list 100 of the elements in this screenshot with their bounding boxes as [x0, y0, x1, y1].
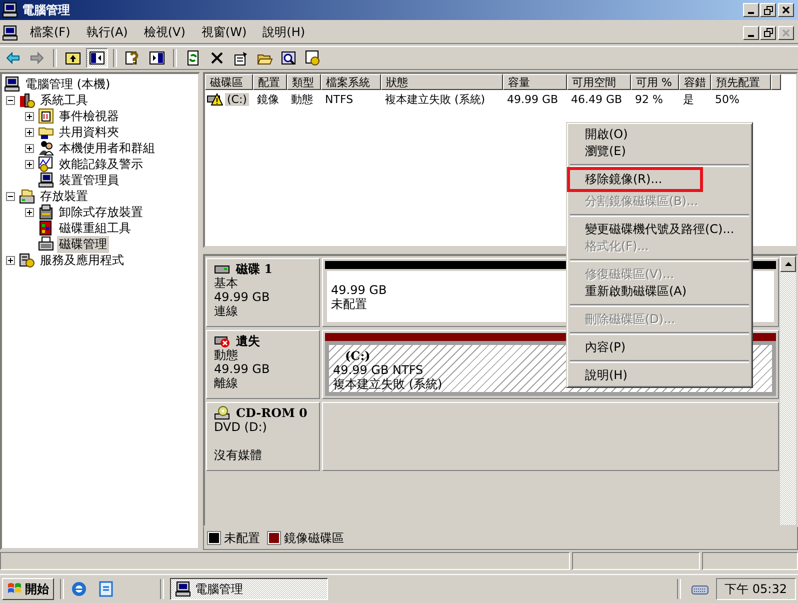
disk-info: 連線	[214, 304, 238, 318]
partition-name: (C:)	[344, 349, 370, 363]
menu-item[interactable]: 檔案(F)	[22, 22, 78, 43]
restore-button[interactable]	[760, 26, 776, 40]
column-header[interactable]: 預先配置	[711, 74, 771, 90]
pane-icon	[149, 50, 165, 66]
computer-icon	[175, 581, 191, 597]
clock: 下午 05:32	[716, 578, 796, 600]
column-header[interactable]: 可用空間	[567, 74, 631, 90]
expand-toggle[interactable]	[25, 160, 34, 168]
disk-info: DVD (D:)	[214, 420, 267, 434]
menu-item[interactable]: 開啟(O)	[569, 126, 750, 143]
tree-item[interactable]: 磁碟重組工具	[57, 220, 133, 236]
forward-icon	[29, 50, 45, 66]
column-header[interactable]: 類型	[287, 74, 321, 90]
minimize-icon	[748, 12, 754, 14]
close-button[interactable]	[778, 3, 794, 17]
menu-item[interactable]: 檢視(V)	[136, 22, 194, 43]
expand-toggle[interactable]	[25, 144, 34, 152]
column-header[interactable]: 容量	[503, 74, 567, 90]
tree-item[interactable]: 本機使用者和群組	[57, 140, 157, 156]
column-header[interactable]: 容錯	[679, 74, 711, 90]
taskbar-button[interactable]: 電腦管理	[170, 578, 328, 600]
disk-info: 離線	[214, 376, 238, 390]
table-cell-text: NTFS	[324, 92, 354, 106]
start-button[interactable]: 開始	[2, 578, 54, 600]
users-icon	[38, 140, 54, 156]
partition-info: 未配置	[331, 297, 367, 311]
tree-item[interactable]: 服務及應用程式	[38, 252, 126, 268]
restore-icon	[764, 28, 772, 37]
scroll-up-button[interactable]	[780, 256, 796, 272]
computer-icon	[2, 24, 18, 40]
table-cell-text: 是	[682, 92, 695, 106]
disk-info: 基本	[214, 276, 238, 290]
menu-item[interactable]: 視窗(W)	[193, 22, 255, 43]
tree-item[interactable]: 效能記錄及警示	[57, 156, 145, 172]
tree-button[interactable]	[86, 48, 108, 68]
window-title: 電腦管理	[22, 2, 71, 18]
cd-drive-icon	[214, 406, 230, 420]
table-cell-text: 50%	[714, 92, 740, 106]
minimize-button[interactable]	[743, 26, 759, 40]
back-icon	[5, 50, 21, 66]
table-cell-text: 49.99 GB	[506, 92, 560, 106]
plus-icon	[27, 210, 32, 214]
device-icon	[38, 172, 54, 188]
collapse-toggle[interactable]	[6, 96, 15, 104]
menu-item[interactable]: 執行(A)	[78, 22, 136, 43]
menu-item[interactable]: 變更磁碟機代號及路徑(C)...	[569, 221, 750, 238]
partition-info: 49.99 GB	[331, 283, 387, 297]
menu-item[interactable]: 瀏覽(E)	[569, 143, 750, 160]
menu-item[interactable]: 重新啟動磁碟區(A)	[569, 283, 750, 300]
restore-button[interactable]	[760, 3, 776, 17]
menu-item[interactable]: 說明(H)	[254, 22, 314, 43]
refresh-icon	[185, 50, 201, 66]
tree-item[interactable]: 共用資料夾	[57, 124, 121, 140]
plus-icon	[8, 258, 13, 262]
tree-item[interactable]: 存放裝置	[38, 188, 90, 204]
plus-icon	[27, 114, 32, 118]
partition-info: 複本建立失敗 (系統)	[333, 377, 442, 391]
storage-icon	[19, 188, 35, 204]
expand-toggle[interactable]	[25, 112, 34, 120]
tree-item[interactable]: 事件檢視器	[57, 108, 121, 124]
tree-item[interactable]: 磁碟管理	[57, 236, 109, 252]
browser-icon[interactable]	[70, 580, 88, 598]
collapse-toggle[interactable]	[6, 192, 15, 200]
disk-info: 49.99 GB	[214, 290, 270, 304]
partition-info: 49.99 GB NTFS	[333, 363, 424, 377]
document-icon[interactable]	[97, 580, 115, 598]
menu-item[interactable]: 內容(P)	[569, 339, 750, 356]
tree-item[interactable]: 電腦管理 (本機)	[23, 76, 112, 92]
tree-item[interactable]: 系統工具	[38, 92, 90, 108]
legend-label: 未配置	[224, 530, 260, 546]
column-header[interactable]: 可用 %	[631, 74, 679, 90]
restore-icon	[764, 6, 772, 14]
up-arrow-icon	[784, 262, 792, 266]
disk-name: CD-ROM 0	[236, 406, 308, 420]
column-header[interactable]: 檔案系統	[321, 74, 381, 90]
help-icon	[125, 50, 141, 66]
scrollbar-track[interactable]	[780, 256, 796, 525]
tree-item[interactable]: 裝置管理員	[57, 172, 121, 188]
minimize-icon	[748, 34, 754, 36]
disk-info: 49.99 GB	[214, 362, 270, 376]
tree-item[interactable]: 卸除式存放裝置	[57, 204, 145, 220]
column-header[interactable]: 配置	[253, 74, 287, 90]
expand-toggle[interactable]	[6, 256, 15, 264]
expand-toggle[interactable]	[25, 208, 34, 216]
expand-toggle[interactable]	[25, 128, 34, 136]
properties-icon	[233, 50, 249, 66]
delete-icon	[209, 50, 225, 66]
legend-label: 鏡像磁碟區	[284, 530, 344, 546]
column-header[interactable]: 狀態	[381, 74, 503, 90]
minus-icon	[8, 98, 13, 102]
table-cell[interactable]: (C:)	[225, 92, 249, 106]
close-button[interactable]	[778, 26, 794, 40]
minimize-button[interactable]	[743, 3, 759, 17]
plus-icon	[27, 130, 32, 134]
column-header[interactable]: 磁碟區	[205, 74, 253, 90]
menu-item[interactable]: 說明(H)	[569, 367, 750, 384]
settings-icon	[305, 50, 321, 66]
plus-icon	[27, 146, 32, 150]
